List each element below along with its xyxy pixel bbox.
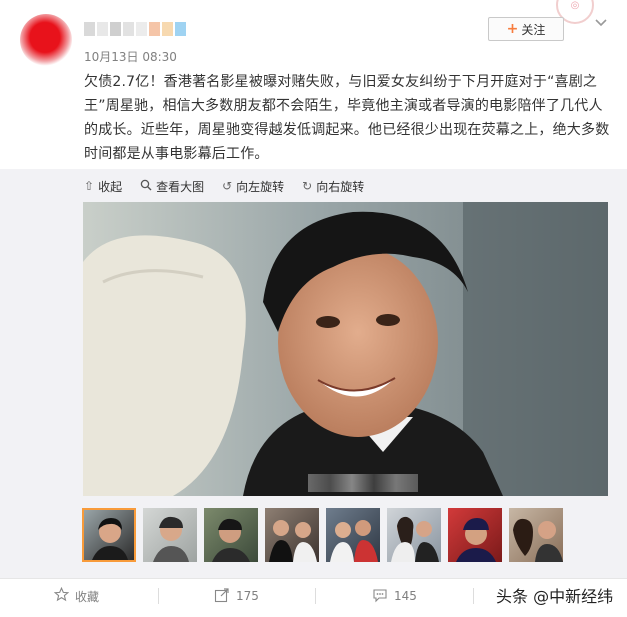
share-icon (214, 587, 230, 606)
thumbnail[interactable] (387, 508, 441, 562)
thumbnail[interactable] (448, 508, 502, 562)
username-blurred[interactable] (84, 22, 186, 36)
search-icon (140, 179, 152, 194)
rotate-left-button[interactable]: ↺ 向左旋转 (222, 178, 284, 194)
star-icon (53, 586, 70, 605)
rotate-right-icon: ↻ (302, 179, 313, 193)
thumbnail-strip (82, 508, 563, 562)
collapse-button[interactable]: ⇧ 收起 (84, 178, 122, 194)
rotate-left-icon: ↺ (222, 179, 233, 193)
comment-count: 145 (394, 589, 417, 603)
thumbnail[interactable] (265, 508, 319, 562)
avatar[interactable] (20, 14, 72, 66)
thumbnail[interactable] (143, 508, 197, 562)
thumbnail[interactable] (82, 508, 136, 562)
watermark: 头条 @中新经纬 (496, 587, 614, 606)
rotate-left-label: 向左旋转 (236, 179, 285, 194)
repost-count: 175 (236, 589, 259, 603)
collapse-icon: ⇧ (84, 179, 95, 193)
thumbnail[interactable] (326, 508, 380, 562)
repost-button[interactable]: 175 (214, 586, 259, 606)
divider (0, 578, 627, 579)
view-large-label: 查看大图 (156, 179, 205, 194)
favorite-button[interactable]: 收藏 (53, 586, 100, 606)
media-toolbar: ⇧ 收起 查看大图 ↺ 向左旋转 ↻ 向右旋转 (84, 178, 364, 194)
thumbnail[interactable] (509, 508, 563, 562)
plus-icon: + (506, 21, 519, 37)
chevron-down-icon[interactable] (594, 16, 608, 30)
thumbnail[interactable] (204, 508, 258, 562)
rotate-right-label: 向右旋转 (316, 179, 365, 194)
main-photo[interactable] (83, 202, 608, 496)
post-timestamp[interactable]: 10月13日 08:30 (84, 48, 177, 65)
comment-icon (372, 587, 388, 606)
favorite-label: 收藏 (75, 589, 100, 604)
collapse-label: 收起 (98, 179, 123, 194)
comment-button[interactable]: 145 (372, 586, 417, 606)
separator (158, 588, 159, 604)
post-text: 欠债2.7亿！香港著名影星被曝对赌失败，与旧爱女友纠纷于下月开庭对于“喜剧之王”… (84, 74, 610, 162)
rotate-right-button[interactable]: ↻ 向右旋转 (302, 178, 364, 194)
follow-button[interactable]: + 关注 (488, 17, 564, 41)
view-large-button[interactable]: 查看大图 (140, 178, 204, 194)
subtitle-blurred (308, 474, 418, 492)
follow-label: 关注 (521, 22, 546, 37)
separator (473, 588, 474, 604)
separator (315, 588, 316, 604)
